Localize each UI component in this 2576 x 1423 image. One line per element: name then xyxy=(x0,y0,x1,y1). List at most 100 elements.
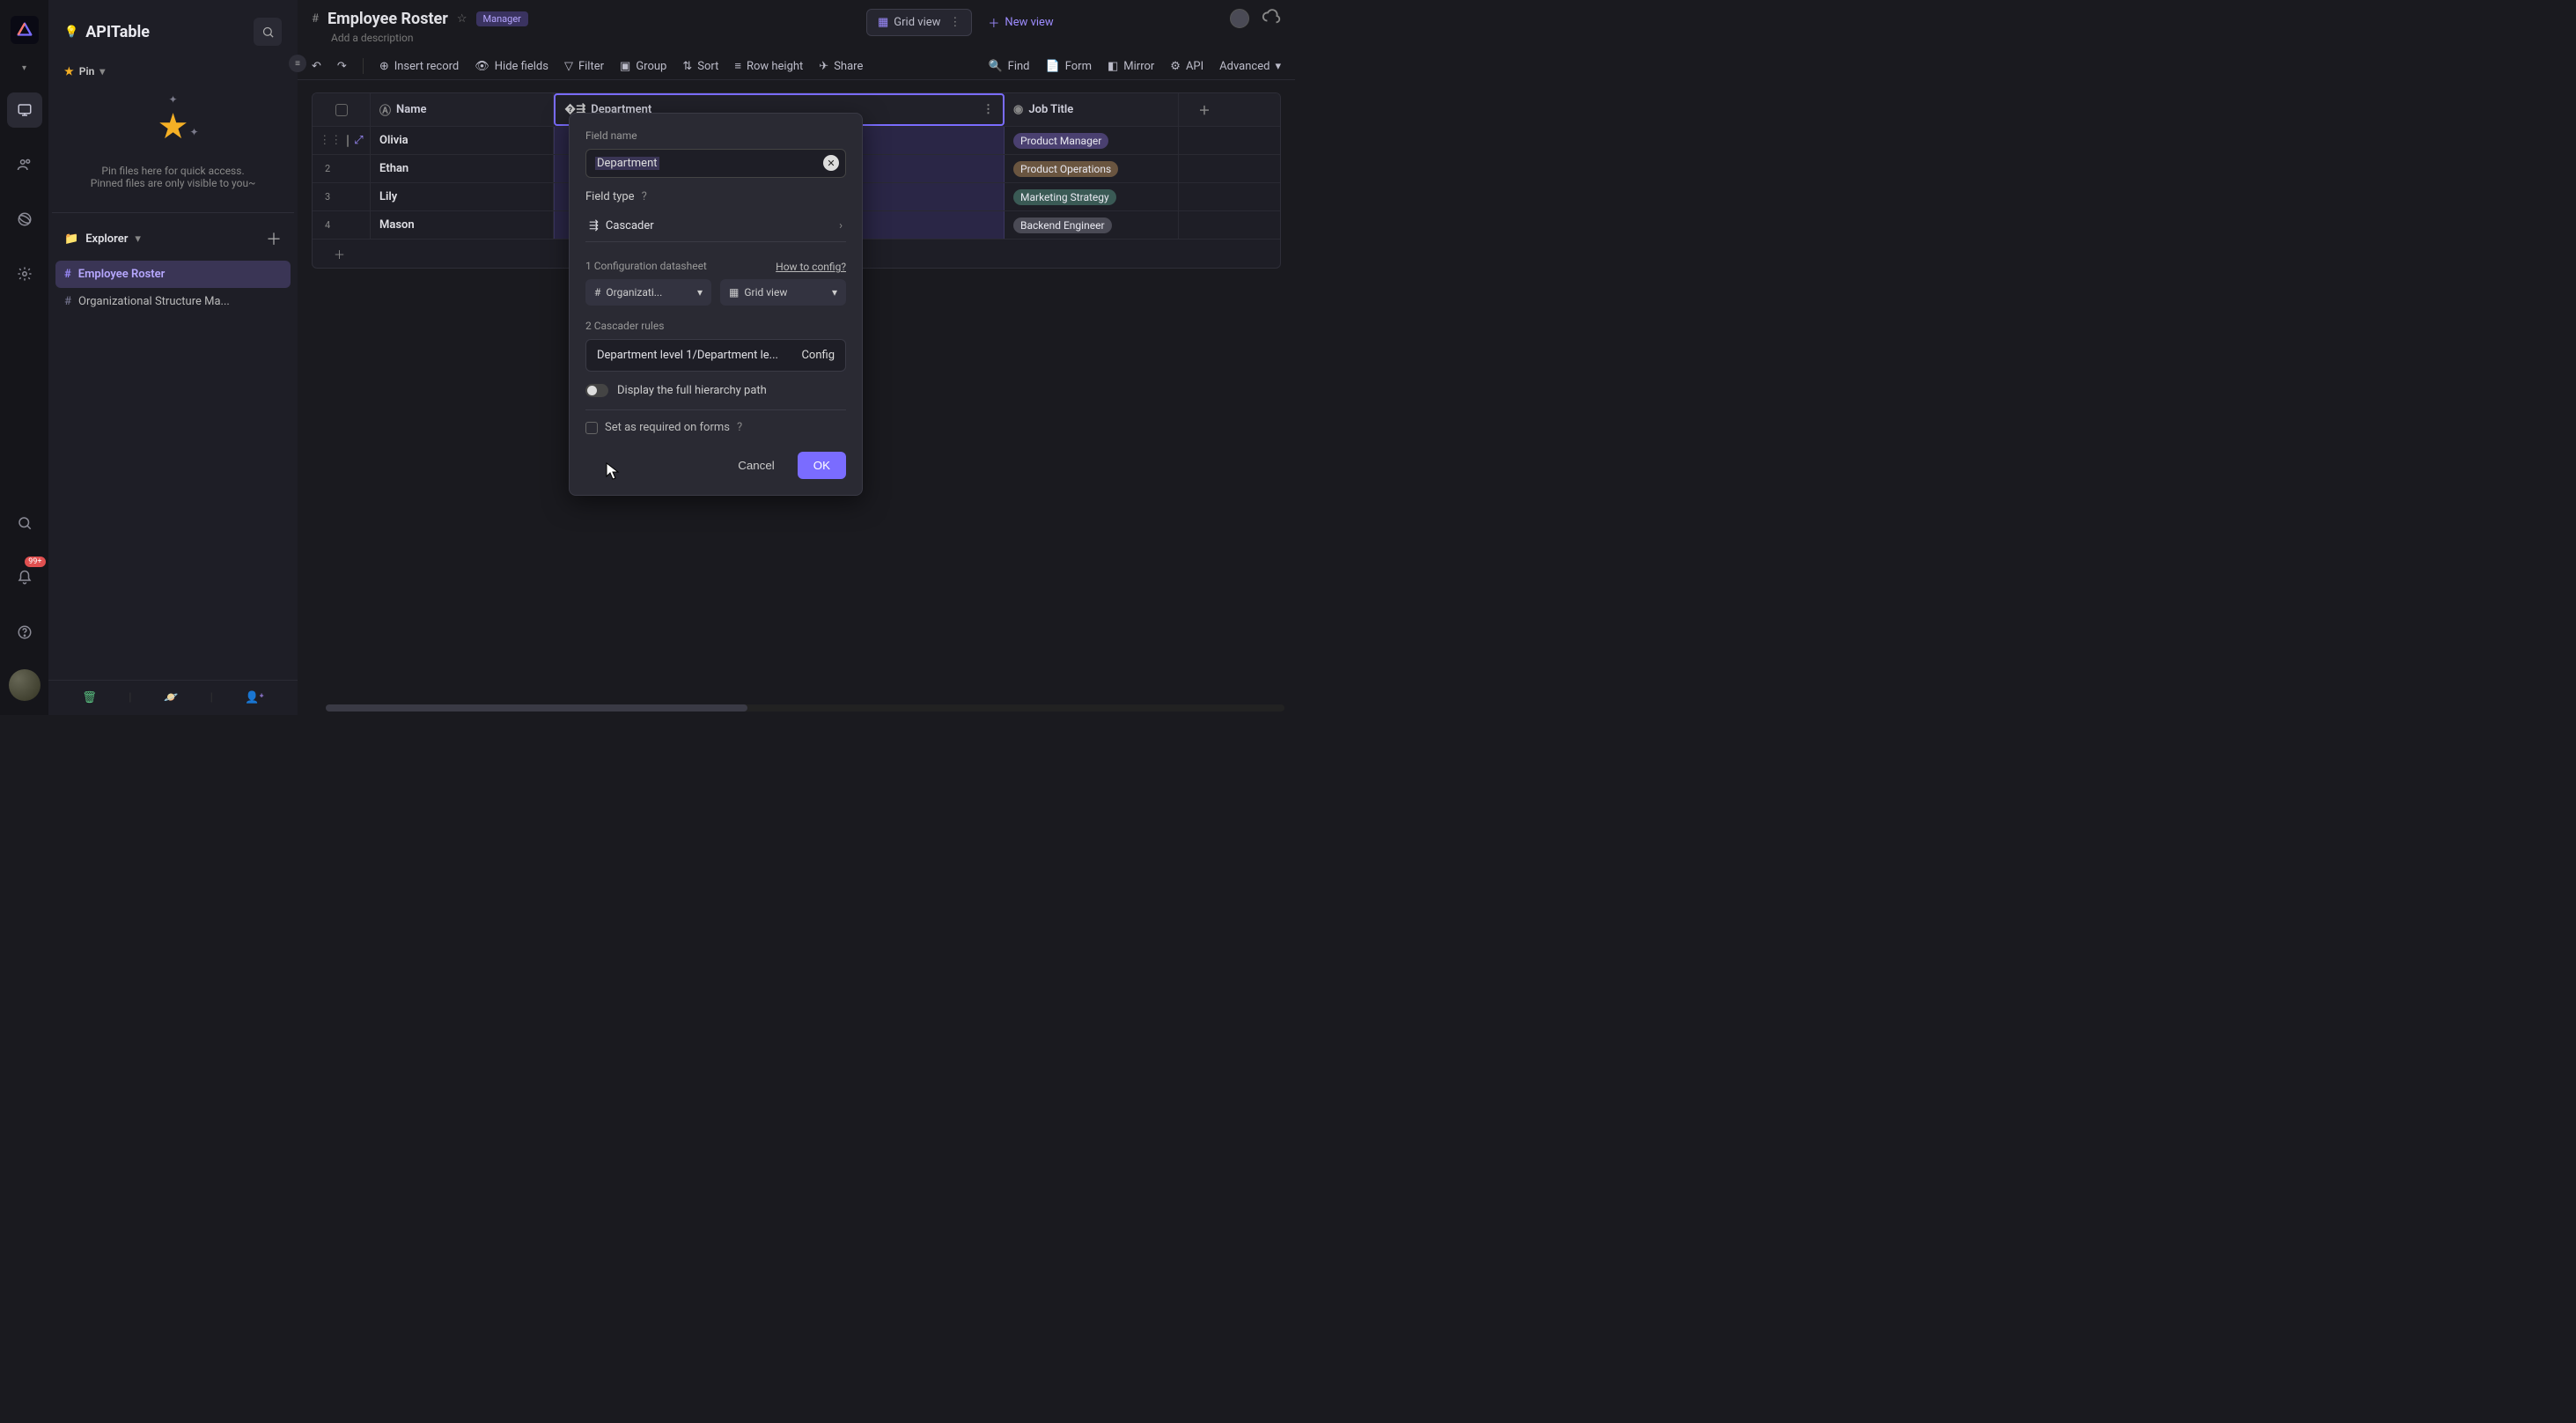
tree-item-label: Organizational Structure Ma... xyxy=(78,295,230,308)
form-label: Form xyxy=(1065,60,1092,73)
cell-job[interactable]: Product Operations xyxy=(1005,155,1179,182)
search-icon[interactable] xyxy=(7,505,42,541)
view-tab-grid[interactable]: ▦ Grid view ⋮ xyxy=(866,9,972,36)
view-select[interactable]: ▦Grid view ▾ xyxy=(720,279,846,306)
insert-record-label: Insert record xyxy=(394,60,460,73)
mirror-button[interactable]: ◧ Mirror xyxy=(1108,60,1154,73)
redo-button[interactable]: ↷ xyxy=(337,60,347,73)
tree-item-org-structure[interactable]: # Organizational Structure Ma... xyxy=(55,288,291,315)
form-button[interactable]: 📄 Form xyxy=(1046,60,1092,73)
view-select-value: Grid view xyxy=(744,286,787,299)
sidebar-bottom-bar: 🗑 | 🪐 | 👤⁺ xyxy=(48,680,298,715)
row-height-button[interactable]: ≡ Row height xyxy=(734,59,803,73)
required-label: Set as required on forms xyxy=(605,421,730,434)
config-button[interactable]: Config xyxy=(801,349,835,362)
user-avatar[interactable] xyxy=(9,669,40,701)
settings-icon[interactable] xyxy=(7,256,42,291)
column-header-name[interactable]: Ⓐ Name xyxy=(371,93,554,126)
toggle-label: Display the full hierarchy path xyxy=(617,384,767,397)
sidebar-search-button[interactable] xyxy=(254,18,282,46)
mirror-label: Mirror xyxy=(1123,60,1154,73)
cell-name[interactable]: Lily xyxy=(371,183,554,210)
collapse-sidebar-icon[interactable]: ≡ xyxy=(289,55,306,72)
api-button[interactable]: ⚙ API xyxy=(1170,60,1203,73)
add-column-button[interactable]: ＋ xyxy=(1179,93,1230,126)
chevron-right-icon: › xyxy=(839,219,843,232)
app-emoji: 💡 xyxy=(64,26,78,39)
cell-job[interactable]: Marketing Strategy xyxy=(1005,183,1179,210)
chevron-down-icon: ▾ xyxy=(697,286,703,299)
row-number: 4 xyxy=(325,219,330,231)
tree-item-employee-roster[interactable]: # Employee Roster xyxy=(55,261,291,288)
pin-empty-line1: Pin files here for quick access. xyxy=(64,165,282,177)
chevron-down-icon[interactable]: ▾ xyxy=(22,63,26,73)
workbench-icon[interactable] xyxy=(7,92,42,128)
field-type-select[interactable]: ⇶ Cascader › xyxy=(585,210,846,242)
datasheet-select[interactable]: #Organizati... ▾ xyxy=(585,279,711,306)
chevron-down-icon: ▾ xyxy=(135,232,141,246)
group-button[interactable]: ▣ Group xyxy=(620,60,666,73)
hide-fields-button[interactable]: 👁 Hide fields xyxy=(475,60,548,73)
help-icon[interactable] xyxy=(7,615,42,650)
sort-label: Sort xyxy=(697,60,718,73)
text-field-icon: Ⓐ xyxy=(379,101,391,118)
column-header-job[interactable]: ◉ Job Title xyxy=(1005,93,1179,126)
new-view-button[interactable]: ＋ New view xyxy=(977,9,1064,36)
clear-input-icon[interactable]: ✕ xyxy=(823,155,839,171)
view-tab-menu-icon[interactable]: ⋮ xyxy=(949,16,960,29)
filter-button[interactable]: ▽ Filter xyxy=(564,60,604,73)
favorite-toggle[interactable]: ☆ xyxy=(457,12,467,26)
row-checkbox[interactable] xyxy=(347,135,349,147)
invite-icon[interactable]: 👤⁺ xyxy=(245,691,263,704)
app-logo[interactable] xyxy=(11,16,39,44)
how-to-config-link[interactable]: How to config? xyxy=(776,261,846,273)
cell-name[interactable]: Mason xyxy=(371,211,554,239)
help-icon[interactable]: ? xyxy=(737,421,742,434)
folder-icon: 📁 xyxy=(64,232,78,246)
notification-icon[interactable]: 99+ xyxy=(7,560,42,595)
contacts-icon[interactable] xyxy=(7,147,42,182)
trash-icon[interactable]: 🗑 xyxy=(82,691,97,704)
add-file-button[interactable]: ＋ xyxy=(266,227,282,250)
cell-name[interactable]: Olivia xyxy=(371,127,554,154)
field-name-input[interactable]: Department xyxy=(585,149,846,178)
field-type-label: Field type xyxy=(585,190,635,203)
share-button[interactable]: ✈ Share xyxy=(819,60,863,73)
rules-text: Department level 1/Department le... xyxy=(597,349,778,362)
plus-icon: ＋ xyxy=(988,14,999,31)
required-checkbox[interactable] xyxy=(585,422,598,434)
field-config-popover: Field name Department ✕ Field type ? ⇶ C… xyxy=(569,113,863,496)
sort-button[interactable]: ⇅ Sort xyxy=(682,60,718,73)
select-all-checkbox[interactable] xyxy=(335,104,348,116)
datasheet-icon: # xyxy=(64,268,71,281)
description-placeholder[interactable]: Add a description xyxy=(298,32,1295,53)
cancel-button[interactable]: Cancel xyxy=(725,452,787,479)
undo-button[interactable]: ↶ xyxy=(312,60,321,73)
explorer-label: Explorer xyxy=(85,232,128,246)
row-number: 2 xyxy=(325,163,330,174)
sidebar: 💡 APITable ≡ ★ Pin ▾ ✦ ★ ✦ Pin files her… xyxy=(48,0,298,715)
datasheet-icon: # xyxy=(312,12,319,26)
drag-handle-icon[interactable]: ⋮⋮ xyxy=(319,134,342,147)
column-menu-icon[interactable]: ⋮ xyxy=(983,103,994,116)
planet-icon[interactable]: 🪐 xyxy=(164,691,178,704)
cell-job[interactable]: Backend Engineer xyxy=(1005,211,1179,239)
horizontal-scrollbar[interactable] xyxy=(326,704,1284,712)
template-icon[interactable] xyxy=(7,202,42,237)
pin-label: Pin xyxy=(79,65,95,77)
ok-button[interactable]: OK xyxy=(798,452,846,479)
full-path-toggle[interactable] xyxy=(585,384,608,397)
sync-icon[interactable] xyxy=(1262,7,1281,30)
find-button[interactable]: 🔍 Find xyxy=(988,60,1029,73)
help-icon[interactable]: ? xyxy=(642,190,647,203)
explorer-section-header[interactable]: 📁 Explorer ▾ ＋ xyxy=(52,212,294,255)
pin-empty-state: ✦ ★ ✦ Pin files here for quick access. P… xyxy=(48,85,298,205)
field-type-value: Cascader xyxy=(606,219,654,232)
pin-section-header[interactable]: ★ Pin ▾ xyxy=(48,58,298,85)
advanced-button[interactable]: Advanced ▾ xyxy=(1219,60,1281,73)
cell-name[interactable]: Ethan xyxy=(371,155,554,182)
collaborator-avatar[interactable] xyxy=(1230,9,1249,28)
expand-record-icon[interactable]: ⤢ xyxy=(354,134,363,147)
insert-record-button[interactable]: ⊕ Insert record xyxy=(379,60,459,73)
cell-job[interactable]: Product Manager xyxy=(1005,127,1179,154)
